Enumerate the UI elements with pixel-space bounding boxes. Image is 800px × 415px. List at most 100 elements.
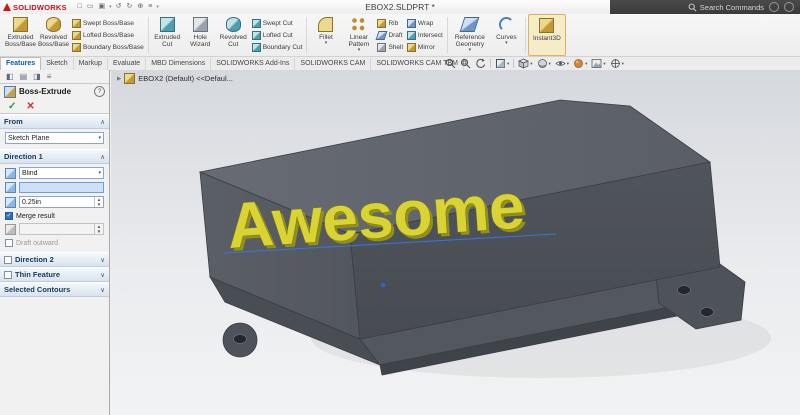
ribbon-button-revolved-cut[interactable]: Revolved Cut [217, 14, 250, 56]
tab-features[interactable]: Features [0, 57, 41, 70]
ribbon-button-lofted-boss-base[interactable]: Lofted Boss/Base [72, 30, 144, 41]
depth-input[interactable]: 0.25in ▲ ▼ [19, 196, 104, 208]
help-icon[interactable] [769, 2, 779, 12]
direction-selection-field[interactable] [19, 182, 104, 193]
cancel-button[interactable]: ✕ [26, 101, 34, 112]
section-view-button[interactable]: ▾ [495, 58, 509, 69]
tab-solidworks-cam[interactable]: SOLIDWORKS CAM [295, 58, 371, 70]
group-header-from[interactable]: From ∧ [0, 114, 109, 129]
reverse-direction-icon[interactable] [5, 168, 16, 179]
ribbon-button-wrap[interactable]: Wrap [407, 18, 443, 29]
apply-scene-button[interactable]: ▾ [591, 58, 605, 69]
model-scene: Awesome Awesome [111, 70, 800, 415]
ok-button[interactable]: ✓ [8, 101, 16, 112]
ribbon-button-hole-wizard[interactable]: Hole Wizard [184, 14, 217, 56]
user-account-icon[interactable] [784, 2, 794, 12]
hud-separator [513, 59, 514, 68]
tab-evaluate[interactable]: Evaluate [108, 58, 146, 70]
spin-down-icon[interactable]: ▼ [97, 202, 101, 207]
ribbon-button-boundary-boss-base[interactable]: Boundary Boss/Base [72, 42, 144, 53]
breadcrumb[interactable]: ▶ EBOX2 (Default) <<Defaul... [117, 73, 233, 84]
ribbon-button-instant3d[interactable]: Instant3D [528, 14, 566, 56]
ribbon-group-instant3d: Instant3D [528, 14, 566, 56]
ribbon-button-extruded-cut[interactable]: Extruded Cut [151, 14, 184, 56]
draft-angle-input[interactable]: ▲ ▼ [19, 223, 104, 235]
depth-row: 0.25in ▲ ▼ [5, 196, 104, 208]
part-icon [124, 73, 135, 84]
hide-show-items-button[interactable]: ▾ [555, 58, 569, 69]
ribbon-button-intersect[interactable]: Intersect [407, 30, 443, 41]
hud-separator [490, 59, 491, 68]
direction2-checkbox[interactable] [4, 256, 12, 264]
expand-chevron-icon: ∨ [100, 271, 105, 279]
draft-angle-spinner[interactable]: ▲ ▼ [94, 224, 103, 234]
search-commands-box[interactable]: Search Commands [688, 3, 764, 12]
ribbon-group-features: Fillet ▾ Linear Pattern ▾ Rib Draft Shel… [309, 14, 444, 56]
tab-mbd-dimensions[interactable]: MBD Dimensions [146, 58, 211, 70]
hole-wizard-icon [193, 17, 208, 32]
previous-view-button[interactable] [475, 58, 486, 69]
group-header-selected-contours[interactable]: Selected Contours ∨ [0, 282, 109, 297]
display-style-button[interactable]: ▾ [537, 58, 551, 69]
draft-outward-checkbox[interactable] [5, 239, 13, 247]
feature-title: Boss-Extrude [19, 87, 91, 96]
pm-tab-configuration-icon[interactable]: ▤ [20, 72, 28, 81]
group-header-direction2[interactable]: Direction 2 ∨ [0, 252, 109, 267]
ribbon-group-reference: Reference Geometry ▾ Curves ▾ [450, 14, 523, 56]
ribbon-button-extruded-boss-base[interactable]: Extruded Boss/Base [4, 14, 37, 56]
ribbon-button-rib[interactable]: Rib [377, 18, 402, 29]
ribbon-button-swept-boss-base[interactable]: Swept Boss/Base [72, 18, 144, 29]
graphics-viewport[interactable]: Awesome Awesome ▶ EBOX2 (Default) <<Defa… [111, 70, 800, 415]
ribbon-button-mirror[interactable]: Mirror [407, 42, 443, 53]
ribbon-button-curves[interactable]: Curves ▾ [490, 14, 523, 56]
edit-appearance-button[interactable]: ▾ [573, 58, 587, 69]
mounting-hole-right-1 [678, 286, 691, 295]
ribbon-button-lofted-cut[interactable]: Lofted Cut [252, 30, 303, 41]
tab-markup[interactable]: Markup [74, 58, 108, 70]
zoom-fit-button[interactable] [445, 58, 456, 69]
thin-feature-checkbox[interactable] [4, 271, 12, 279]
ribbon-button-shell[interactable]: Shell [377, 42, 402, 53]
previous-view-icon [475, 58, 486, 69]
view-orientation-button[interactable]: ▾ [518, 58, 532, 69]
ribbon-separator [525, 17, 526, 53]
help-button[interactable]: ? [94, 86, 105, 97]
ribbon-button-fillet[interactable]: Fillet ▾ [309, 14, 342, 56]
view-settings-icon [610, 58, 621, 69]
depth-icon [5, 197, 16, 208]
search-icon [688, 3, 697, 12]
tab-solidworks-add-ins[interactable]: SOLIDWORKS Add-Ins [211, 58, 295, 70]
ribbon-button-reference-geometry[interactable]: Reference Geometry ▾ [450, 14, 490, 56]
pm-tab-propertymanager-icon[interactable]: ◧ [6, 72, 14, 81]
command-manager-ribbon: Extruded Boss/Base Revolved Boss/Base Sw… [0, 14, 800, 57]
start-condition-dropdown[interactable]: Sketch Plane ▾ [5, 132, 104, 144]
ribbon-button-draft[interactable]: Draft [377, 30, 402, 41]
draft-icon [376, 31, 388, 40]
search-placeholder[interactable]: Search Commands [700, 3, 764, 12]
ribbon-button-swept-cut[interactable]: Swept Cut [252, 18, 303, 29]
draft-angle-icon [5, 224, 16, 235]
pm-tab-dimxpert-icon[interactable]: ◨ [33, 72, 41, 81]
feature-tree-expand-icon[interactable]: ▶ [117, 76, 121, 82]
breadcrumb-text[interactable]: EBOX2 (Default) <<Defaul... [138, 74, 233, 83]
title-bar: SOLIDWORKS □ ▭ ▣ ▾ ↺ ↻ ⊕ ≡ ▾ EBOX2.SLDPR… [0, 0, 800, 15]
shell-icon [377, 43, 386, 52]
extruded-boss-icon [13, 17, 28, 32]
zoom-area-button[interactable] [460, 58, 471, 69]
end-condition-dropdown[interactable]: Blind ▾ [19, 167, 104, 179]
ribbon-button-linear-pattern[interactable]: Linear Pattern ▾ [342, 14, 375, 56]
pm-tab-display-icon[interactable]: ≡ [47, 72, 52, 81]
group-header-direction1[interactable]: Direction 1 ∧ [0, 149, 109, 164]
view-settings-button[interactable]: ▾ [610, 58, 624, 69]
merge-result-checkbox[interactable]: ✓ [5, 212, 13, 220]
tab-sketch[interactable]: Sketch [41, 58, 73, 70]
group-header-thin-feature[interactable]: Thin Feature ∨ [0, 267, 109, 282]
ribbon-button-revolved-boss-base[interactable]: Revolved Boss/Base [37, 14, 70, 56]
ribbon-button-boundary-cut[interactable]: Boundary Cut [252, 42, 303, 53]
spin-down-icon[interactable]: ▼ [97, 229, 101, 234]
group-body-direction1: Blind ▾ 0.25in ▲ ▼ ✓ Merge result [0, 164, 109, 252]
draft-outward-row: Draft outward [5, 239, 104, 247]
linear-pattern-caret-icon: ▾ [358, 48, 361, 53]
sketch-point[interactable] [381, 283, 385, 287]
depth-spinner[interactable]: ▲ ▼ [94, 197, 103, 207]
